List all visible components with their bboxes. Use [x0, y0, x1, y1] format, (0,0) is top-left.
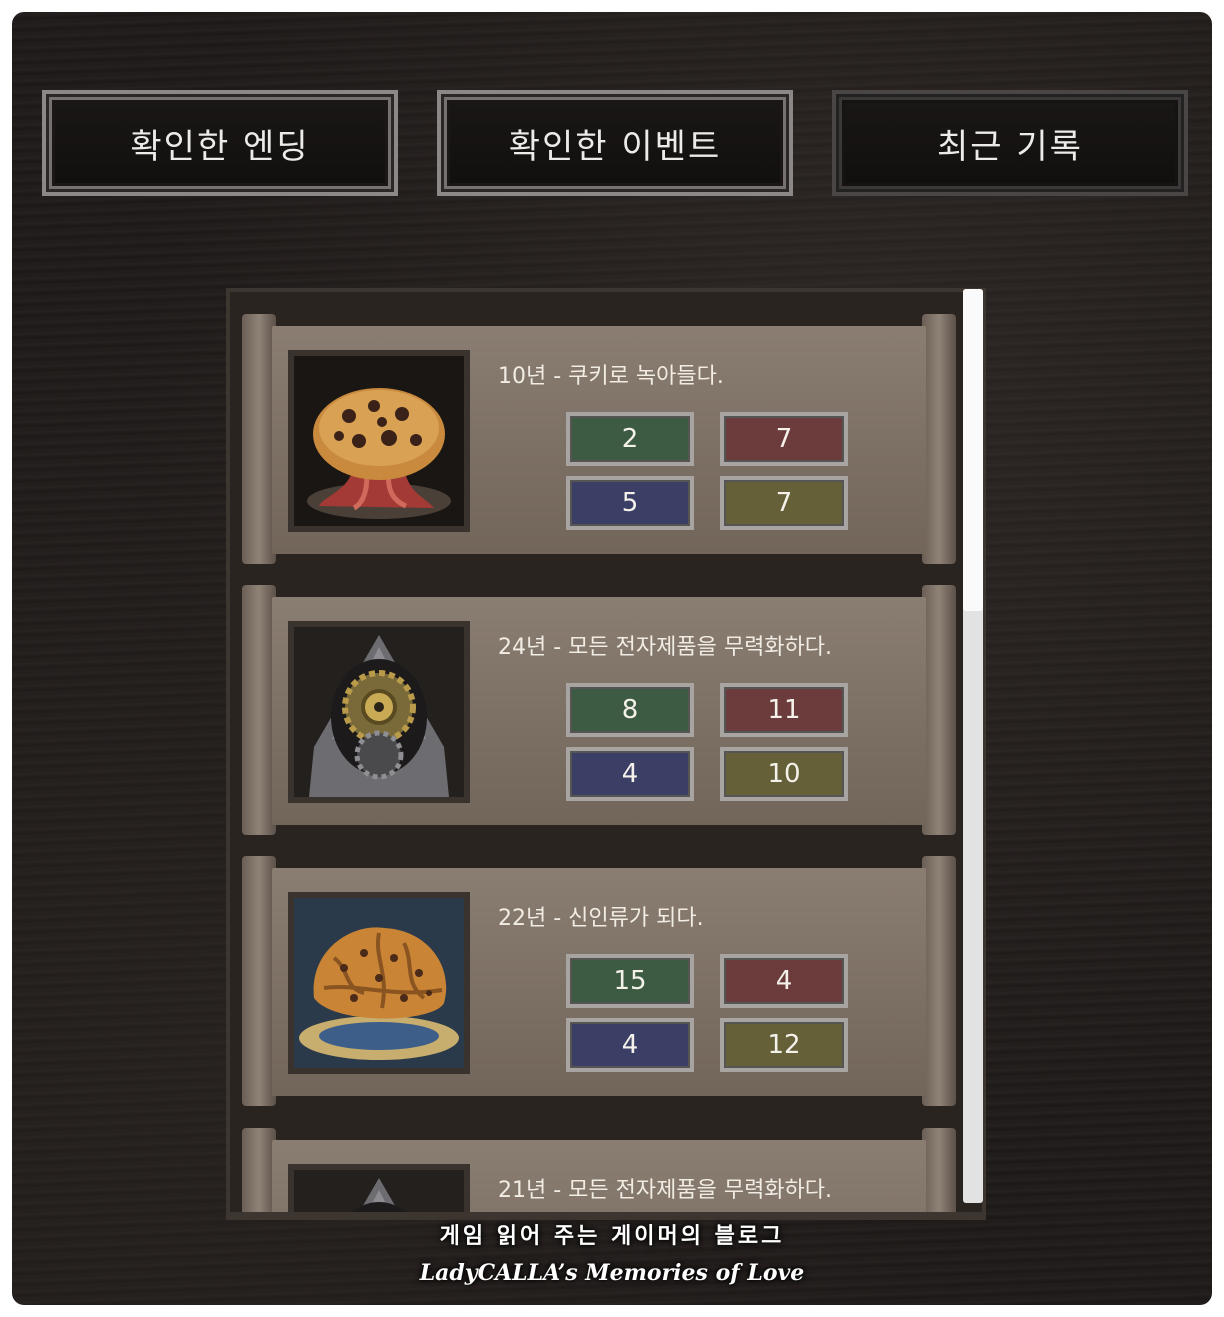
watermark-blog-subtitle: LadyCALLA’s Memories of Love [419, 1260, 805, 1286]
stat-red: 11 [720, 683, 848, 737]
melting-cookie-icon [288, 350, 470, 532]
scrollbar-thumb[interactable] [963, 289, 983, 611]
record-title: 10년 - 쿠키로 녹아들다. [498, 364, 724, 389]
stat-yellow: 7 [720, 476, 848, 530]
record-card[interactable]: 24년 - 모든 전자제품을 무력화하다. 8 11 4 10 [242, 585, 956, 835]
record-card[interactable]: 21년 - 모든 전자제품을 무력화하다. [242, 1128, 956, 1212]
record-card[interactable]: 22년 - 신인류가 되다. 15 4 4 12 [242, 856, 956, 1106]
tab-events-label: 확인한 이벤트 [508, 126, 722, 167]
record-title: 22년 - 신인류가 되다. [498, 906, 704, 931]
record-title: 21년 - 모든 전자제품을 무력화하다. [498, 1178, 833, 1203]
hooded-gear-icon [288, 621, 470, 803]
stat-red: 7 [720, 412, 848, 466]
record-title: 24년 - 모든 전자제품을 무력화하다. [498, 635, 833, 660]
stat-green: 8 [566, 683, 694, 737]
stat-red: 4 [720, 954, 848, 1008]
tab-events[interactable]: 확인한 이벤트 [437, 90, 793, 196]
watermark-blog-name: 게임 읽어 주는 게이머의 블로그 [439, 1224, 785, 1249]
tab-recent-records-label: 최근 기록 [937, 126, 1083, 167]
records-list-panel[interactable]: 10년 - 쿠키로 녹아들다. 2 7 5 7 24년 - 모든 전자제품을 무… [226, 288, 986, 1220]
game-screen: 확인한 엔딩 확인한 이벤트 최근 기록 10년 - 쿠키로 녹아들다. 2 7… [12, 12, 1212, 1305]
stat-yellow: 10 [720, 747, 848, 801]
record-card[interactable]: 10년 - 쿠키로 녹아들다. 2 7 5 7 [242, 314, 956, 564]
tab-endings[interactable]: 확인한 엔딩 [42, 90, 398, 196]
hooded-gear-icon [288, 1164, 470, 1212]
tab-endings-label: 확인한 엔딩 [130, 126, 310, 167]
stat-blue: 5 [566, 476, 694, 530]
stat-yellow: 12 [720, 1018, 848, 1072]
stat-blue: 4 [566, 1018, 694, 1072]
stat-green: 15 [566, 954, 694, 1008]
stat-blue: 4 [566, 747, 694, 801]
stat-green: 2 [566, 412, 694, 466]
tab-recent-records[interactable]: 최근 기록 [832, 90, 1188, 196]
cookie-brain-icon [288, 892, 470, 1074]
records-list: 10년 - 쿠키로 녹아들다. 2 7 5 7 24년 - 모든 전자제품을 무… [230, 292, 982, 1212]
